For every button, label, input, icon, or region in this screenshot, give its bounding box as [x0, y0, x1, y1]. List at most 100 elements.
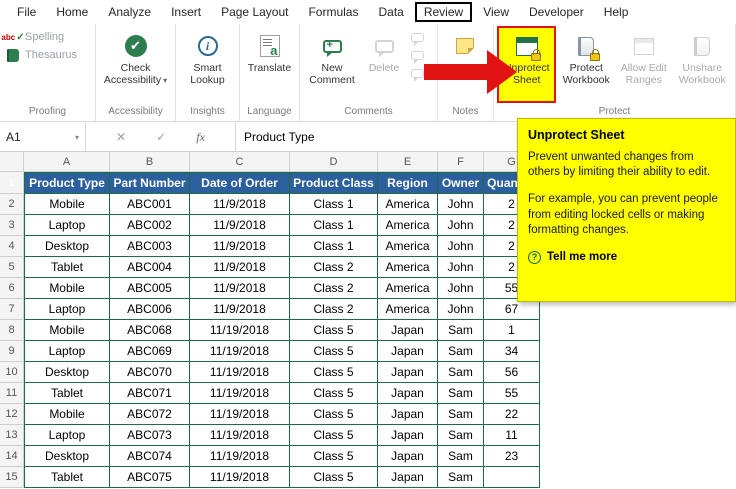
cell-owner[interactable]: Sam [438, 425, 484, 446]
cell-owner[interactable]: Sam [438, 467, 484, 488]
cell-product-class[interactable]: Class 1 [290, 236, 378, 257]
cell-region[interactable]: America [378, 194, 438, 215]
delete-comment-button[interactable]: Delete [362, 26, 406, 103]
tab-analyze[interactable]: Analyze [99, 2, 160, 22]
row-number[interactable]: 10 [0, 362, 24, 383]
cell-owner[interactable]: Sam [438, 404, 484, 425]
cell-product-type[interactable]: Mobile [24, 278, 110, 299]
spelling-button[interactable]: abc Spelling [1, 30, 77, 44]
header-cell-region[interactable]: Region [378, 172, 438, 194]
cell-part-number[interactable]: ABC004 [110, 257, 190, 278]
cell-region[interactable]: Japan [378, 467, 438, 488]
row-number[interactable]: 9 [0, 341, 24, 362]
cell-date-of-order[interactable]: 11/9/2018 [190, 278, 290, 299]
name-box[interactable]: A1 ▾ [0, 123, 86, 151]
cell-owner[interactable]: Sam [438, 362, 484, 383]
show-comments-icon[interactable] [409, 66, 425, 82]
cancel-icon[interactable]: ✕ [116, 130, 126, 144]
select-all-corner[interactable] [0, 152, 24, 172]
column-header-a[interactable]: A [24, 152, 110, 172]
row-number[interactable]: 7 [0, 299, 24, 320]
row-number[interactable]: 14 [0, 446, 24, 467]
cell-region[interactable]: Japan [378, 425, 438, 446]
cell-product-class[interactable]: Class 5 [290, 404, 378, 425]
header-cell-date-of-order[interactable]: Date of Order [190, 172, 290, 194]
name-box-caret-icon[interactable]: ▾ [75, 133, 79, 142]
row-number[interactable]: 1 [0, 172, 24, 194]
cell-date-of-order[interactable]: 11/19/2018 [190, 467, 290, 488]
cell-product-type[interactable]: Laptop [24, 215, 110, 236]
column-header-b[interactable]: B [110, 152, 190, 172]
cell-part-number[interactable]: ABC070 [110, 362, 190, 383]
cell-product-class[interactable]: Class 5 [290, 383, 378, 404]
cell-product-class[interactable]: Class 5 [290, 467, 378, 488]
row-number[interactable]: 4 [0, 236, 24, 257]
cell-date-of-order[interactable]: 11/19/2018 [190, 383, 290, 404]
tab-data[interactable]: Data [369, 2, 412, 22]
tab-insert[interactable]: Insert [162, 2, 210, 22]
cell-product-class[interactable]: Class 5 [290, 320, 378, 341]
column-header-d[interactable]: D [290, 152, 378, 172]
cell-product-type[interactable]: Desktop [24, 446, 110, 467]
cell-quantity[interactable]: 56 [484, 362, 540, 383]
header-cell-product-class[interactable]: Product Class [290, 172, 378, 194]
cell-owner[interactable]: John [438, 278, 484, 299]
cell-product-class[interactable]: Class 1 [290, 194, 378, 215]
cell-owner[interactable]: John [438, 236, 484, 257]
tab-developer[interactable]: Developer [520, 2, 593, 22]
cell-quantity[interactable]: 11 [484, 425, 540, 446]
cell-region[interactable]: Japan [378, 446, 438, 467]
cell-part-number[interactable]: ABC074 [110, 446, 190, 467]
cell-date-of-order[interactable]: 11/19/2018 [190, 341, 290, 362]
cell-part-number[interactable]: ABC072 [110, 404, 190, 425]
cell-quantity[interactable] [484, 467, 540, 488]
row-number[interactable]: 15 [0, 467, 24, 488]
cell-quantity[interactable]: 23 [484, 446, 540, 467]
header-cell-owner[interactable]: Owner [438, 172, 484, 194]
cell-part-number[interactable]: ABC002 [110, 215, 190, 236]
tab-page-layout[interactable]: Page Layout [212, 2, 297, 22]
cell-owner[interactable]: John [438, 215, 484, 236]
cell-date-of-order[interactable]: 11/19/2018 [190, 425, 290, 446]
row-number[interactable]: 5 [0, 257, 24, 278]
cell-date-of-order[interactable]: 11/9/2018 [190, 194, 290, 215]
cell-region[interactable]: Japan [378, 362, 438, 383]
cell-product-class[interactable]: Class 5 [290, 341, 378, 362]
column-header-c[interactable]: C [190, 152, 290, 172]
cell-region[interactable]: America [378, 257, 438, 278]
cell-part-number[interactable]: ABC068 [110, 320, 190, 341]
cell-quantity[interactable]: 67 [484, 299, 540, 320]
cell-date-of-order[interactable]: 11/19/2018 [190, 446, 290, 467]
cell-date-of-order[interactable]: 11/9/2018 [190, 236, 290, 257]
header-cell-product-type[interactable]: Product Type [24, 172, 110, 194]
protect-workbook-button[interactable]: Protect Workbook [557, 26, 615, 103]
cell-quantity[interactable]: 1 [484, 320, 540, 341]
row-number[interactable]: 8 [0, 320, 24, 341]
cell-owner[interactable]: John [438, 257, 484, 278]
cell-quantity[interactable]: 22 [484, 404, 540, 425]
cell-owner[interactable]: Sam [438, 383, 484, 404]
cell-product-type[interactable]: Tablet [24, 257, 110, 278]
cell-product-class[interactable]: Class 5 [290, 425, 378, 446]
cell-part-number[interactable]: ABC069 [110, 341, 190, 362]
cell-product-type[interactable]: Mobile [24, 320, 110, 341]
tab-home[interactable]: Home [47, 2, 97, 22]
cell-product-class[interactable]: Class 2 [290, 299, 378, 320]
cell-owner[interactable]: Sam [438, 341, 484, 362]
row-number[interactable]: 6 [0, 278, 24, 299]
translate-button[interactable]: Translate [243, 26, 296, 103]
cell-product-class[interactable]: Class 2 [290, 257, 378, 278]
smart-lookup-button[interactable]: i Smart Lookup [179, 26, 236, 103]
cell-product-type[interactable]: Desktop [24, 236, 110, 257]
cell-owner[interactable]: John [438, 194, 484, 215]
cell-part-number[interactable]: ABC071 [110, 383, 190, 404]
column-header-e[interactable]: E [378, 152, 438, 172]
previous-comment-icon[interactable] [409, 30, 425, 46]
tab-help[interactable]: Help [595, 2, 638, 22]
thesaurus-button[interactable]: Thesaurus [5, 48, 77, 62]
cell-part-number[interactable]: ABC001 [110, 194, 190, 215]
cell-product-type[interactable]: Desktop [24, 362, 110, 383]
allow-edit-ranges-button[interactable]: Allow Edit Ranges [616, 26, 672, 103]
cell-product-class[interactable]: Class 2 [290, 278, 378, 299]
cell-part-number[interactable]: ABC006 [110, 299, 190, 320]
